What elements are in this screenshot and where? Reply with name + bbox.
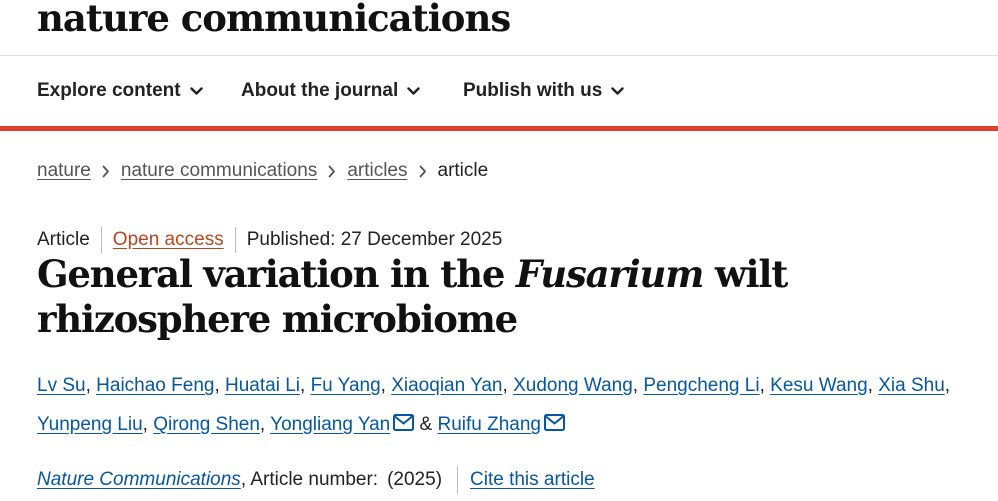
chevron-down-icon bbox=[611, 86, 625, 95]
article-type: Article bbox=[37, 229, 90, 250]
author-separator: , bbox=[867, 375, 879, 396]
title-italic-genus: Fusarium bbox=[515, 252, 705, 296]
title-part-1: General variation in the bbox=[37, 252, 516, 296]
author-separator: , bbox=[300, 375, 311, 396]
author-link[interactable]: Haichao Feng bbox=[96, 375, 214, 396]
nav-explore-content-label: Explore content bbox=[37, 80, 181, 101]
author-separator: , bbox=[759, 375, 771, 396]
author-link[interactable]: Yunpeng Liu bbox=[37, 414, 143, 435]
author-separator: , bbox=[502, 375, 514, 396]
meta-divider bbox=[234, 227, 236, 253]
author-separator: , bbox=[85, 375, 97, 396]
author-list: Lv Su, Haichao Feng, Huatai Li, Fu Yang,… bbox=[37, 366, 977, 444]
chevron-right-icon bbox=[102, 165, 110, 178]
published-date: Published: 27 December 2025 bbox=[246, 229, 503, 250]
author-link[interactable]: Huatai Li bbox=[225, 375, 300, 396]
author-separator: , bbox=[214, 375, 226, 396]
chevron-right-icon bbox=[419, 165, 427, 178]
author-conjunction: & bbox=[414, 414, 438, 435]
meta-divider bbox=[100, 227, 102, 253]
site-header: nature communications bbox=[0, 0, 998, 56]
nav-publish-with-us[interactable]: Publish with us bbox=[463, 78, 625, 104]
nav-about-journal[interactable]: About the journal bbox=[241, 78, 420, 104]
author-link[interactable]: Xiaoqian Yan bbox=[391, 375, 502, 396]
author-link[interactable]: Yongliang Yan bbox=[270, 414, 390, 435]
breadcrumb-nature-communications[interactable]: nature communications bbox=[121, 160, 317, 182]
main-nav: Explore content About the journal Publis… bbox=[0, 56, 998, 131]
citation-line: Nature Communications , Article number: … bbox=[37, 466, 595, 494]
nav-explore-content[interactable]: Explore content bbox=[37, 78, 203, 104]
breadcrumb-current: article bbox=[437, 160, 489, 181]
author-separator: , bbox=[142, 414, 154, 435]
breadcrumb-nature[interactable]: nature bbox=[37, 160, 91, 182]
journal-name-link[interactable]: Nature Communications bbox=[37, 469, 241, 491]
citation-divider bbox=[457, 466, 459, 494]
author-link[interactable]: Fu Yang bbox=[311, 375, 381, 396]
article-year: (2025) bbox=[387, 469, 443, 490]
author-link[interactable]: Xia Shu bbox=[878, 375, 945, 396]
author-separator: , bbox=[632, 375, 644, 396]
chevron-down-icon bbox=[407, 86, 420, 95]
nav-about-journal-label: About the journal bbox=[241, 80, 399, 101]
open-access-link[interactable]: Open access bbox=[113, 229, 224, 251]
author-link[interactable]: Pengcheng Li bbox=[643, 375, 759, 396]
nav-publish-with-us-label: Publish with us bbox=[463, 80, 603, 101]
author-link[interactable]: Lv Su bbox=[37, 375, 86, 396]
author-link[interactable]: Ruifu Zhang bbox=[437, 414, 541, 435]
author-separator: , bbox=[259, 414, 271, 435]
site-logo[interactable]: nature communications bbox=[37, 0, 511, 42]
author-separator: , bbox=[944, 375, 951, 396]
author-link[interactable]: Kesu Wang bbox=[770, 375, 868, 396]
mail-icon[interactable] bbox=[393, 414, 415, 431]
article-title: General variation in the Fusarium wilt r… bbox=[37, 252, 967, 342]
author-separator: , bbox=[380, 375, 392, 396]
chevron-right-icon bbox=[328, 165, 336, 178]
author-link[interactable]: Xudong Wang bbox=[513, 375, 633, 396]
chevron-down-icon bbox=[189, 86, 203, 95]
article-number-label: , Article number: bbox=[240, 469, 379, 490]
author-link[interactable]: Qirong Shen bbox=[153, 414, 260, 435]
article-meta: Article Open access Published: 27 Decemb… bbox=[37, 227, 502, 253]
breadcrumb-articles[interactable]: articles bbox=[347, 160, 407, 182]
mail-icon[interactable] bbox=[544, 414, 565, 431]
cite-this-article-link[interactable]: Cite this article bbox=[470, 469, 595, 491]
breadcrumb: nature nature communications articles ar… bbox=[37, 158, 488, 184]
